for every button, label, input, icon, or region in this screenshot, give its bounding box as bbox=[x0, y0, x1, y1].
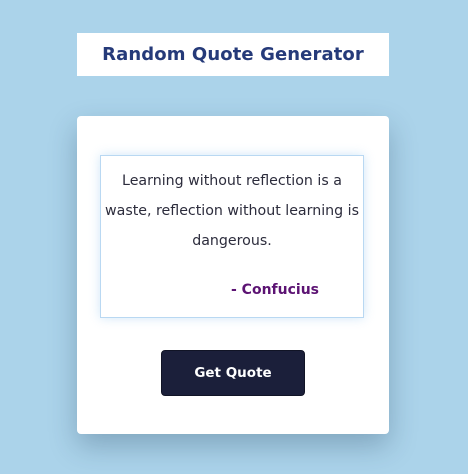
app-title-box: Random Quote Generator bbox=[77, 33, 389, 76]
quote-card: Learning without reflection is a waste, … bbox=[77, 116, 389, 434]
quote-text: Learning without reflection is a waste, … bbox=[105, 173, 359, 249]
quote-box: Learning without reflection is a waste, … bbox=[100, 155, 364, 318]
quote-author: - Confucius bbox=[231, 282, 319, 298]
app-title: Random Quote Generator bbox=[102, 44, 364, 65]
get-quote-button[interactable]: Get Quote bbox=[161, 350, 305, 396]
